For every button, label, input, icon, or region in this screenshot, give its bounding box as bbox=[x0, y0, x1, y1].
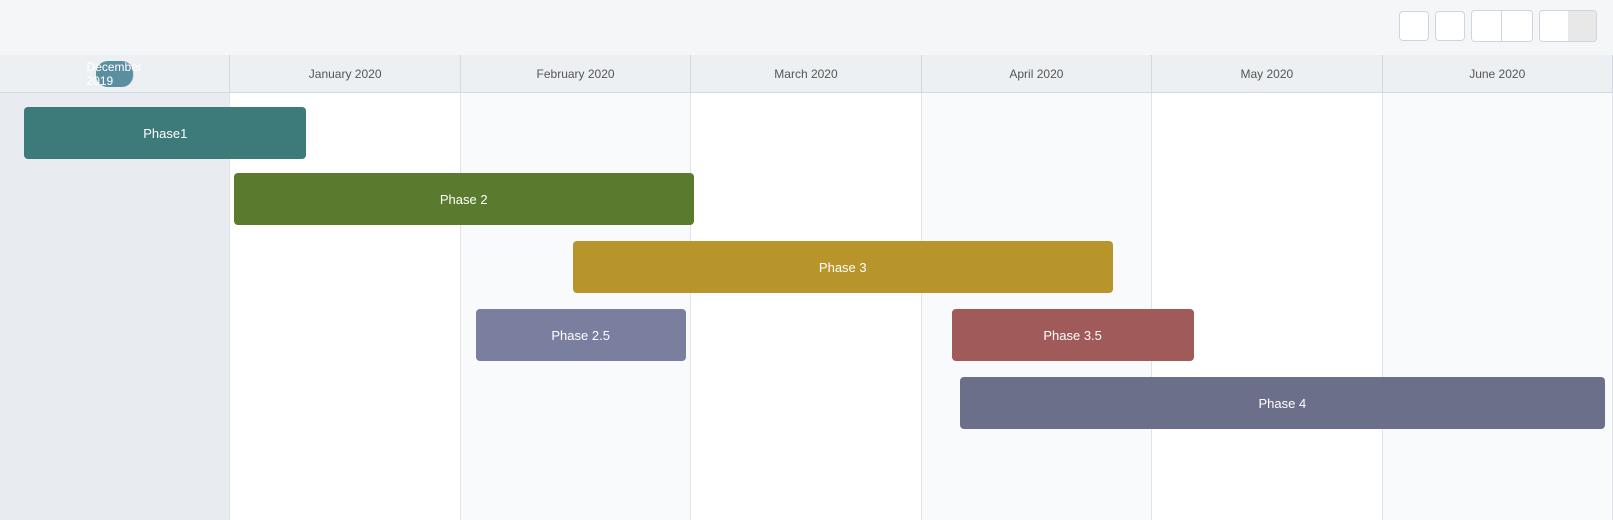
bar-phase4[interactable]: Phase 4 bbox=[960, 377, 1605, 429]
header-cell-wrapper-3: March 2020 bbox=[691, 55, 921, 92]
grid-body: Phase1 Phase 2 Phase 3 Phase 2.5 Phase 3.5 Ph… bbox=[0, 93, 1613, 520]
header-cell-wrapper-0: December 2019 bbox=[0, 55, 230, 92]
zoom-out-button[interactable] bbox=[1472, 11, 1502, 41]
header-cell-wrapper-2: February 2020 bbox=[461, 55, 691, 92]
header-cell-wrapper-5: May 2020 bbox=[1152, 55, 1382, 92]
header-cell-wrapper-6: June 2020 bbox=[1383, 55, 1613, 92]
bar-phase1[interactable]: Phase1 bbox=[24, 107, 306, 159]
bar-phase25[interactable]: Phase 2.5 bbox=[476, 309, 686, 361]
weeks-button[interactable] bbox=[1540, 11, 1568, 41]
header-cell-wrapper-1: January 2020 bbox=[230, 55, 460, 92]
header-cell-2: February 2020 bbox=[537, 67, 615, 81]
next-button[interactable] bbox=[1435, 11, 1465, 41]
header-cell-3: March 2020 bbox=[774, 67, 837, 81]
bar-phase2[interactable]: Phase 2 bbox=[234, 173, 694, 225]
header-cell-6: June 2020 bbox=[1469, 67, 1525, 81]
header-cell-1: January 2020 bbox=[309, 67, 382, 81]
months-button[interactable] bbox=[1568, 11, 1596, 41]
zoom-in-button[interactable] bbox=[1502, 11, 1532, 41]
header-cell-5: May 2020 bbox=[1240, 67, 1293, 81]
toolbar bbox=[1399, 10, 1597, 42]
bars-layer: Phase1 Phase 2 Phase 3 Phase 2.5 Phase 3.5 Ph… bbox=[0, 93, 1613, 520]
bar-phase35[interactable]: Phase 3.5 bbox=[952, 309, 1194, 361]
header-row: December 2019 January 2020 February 2020 Ma… bbox=[0, 55, 1613, 93]
header-cell-current: December 2019 bbox=[96, 61, 134, 87]
gantt-container: December 2019 January 2020 February 2020 Ma… bbox=[0, 55, 1613, 520]
header-cell-wrapper-4: April 2020 bbox=[922, 55, 1152, 92]
zoom-group bbox=[1471, 10, 1533, 42]
bar-phase3[interactable]: Phase 3 bbox=[573, 241, 1113, 293]
header-cell-4: April 2020 bbox=[1009, 67, 1063, 81]
view-toggle bbox=[1539, 10, 1597, 42]
prev-button[interactable] bbox=[1399, 11, 1429, 41]
